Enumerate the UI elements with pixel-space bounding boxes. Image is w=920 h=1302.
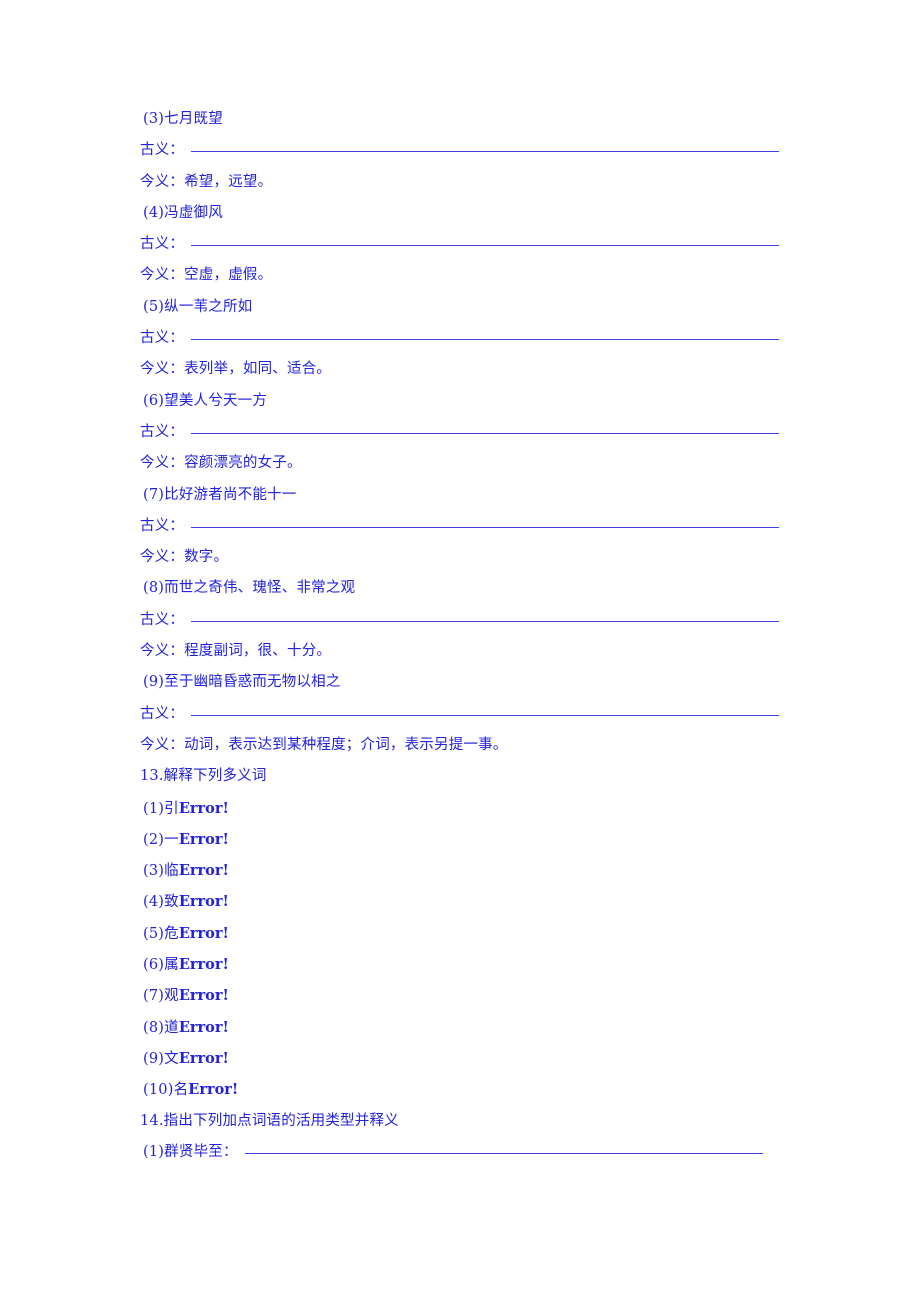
entry-heading: (7)比好游者尚不能十一 <box>143 486 297 503</box>
item-error-text: Error! <box>178 1018 229 1036</box>
ancient-meaning-label: 古义： <box>140 423 185 440</box>
item-word: 观 <box>164 988 179 1005</box>
modern-meaning-row: 今义：表列举，如同、适合。 <box>140 354 780 385</box>
modern-meaning-value: 表列举，如同、适合。 <box>184 361 332 378</box>
modern-meaning-label: 今义： <box>140 549 185 566</box>
entry-heading: (6)望美人兮天一方 <box>143 392 268 409</box>
ancient-meaning-label: 古义： <box>140 142 185 159</box>
item-error-text: Error! <box>178 893 229 911</box>
modern-meaning-value: 容颜漂亮的女子。 <box>184 455 302 472</box>
item-marker: (4) <box>143 894 165 911</box>
modern-meaning-value: 数字。 <box>184 549 229 566</box>
ancient-meaning-row: 古义： <box>140 605 780 636</box>
ancient-meaning-blank[interactable] <box>191 620 780 622</box>
polysemy-item: (9)文Error! <box>140 1043 780 1074</box>
modern-meaning-row: 今义：容颜漂亮的女子。 <box>140 448 780 479</box>
item-marker: (10) <box>143 1082 174 1099</box>
modern-meaning-label: 今义： <box>140 361 185 378</box>
ancient-meaning-label: 古义： <box>140 330 185 347</box>
item-word: 临 <box>164 863 179 880</box>
item-error-text: Error! <box>178 956 229 974</box>
polysemy-item: (2)一Error! <box>140 824 780 855</box>
item-error-text: Error! <box>178 799 229 817</box>
item-word: 致 <box>164 894 179 911</box>
modern-meaning-value: 动词，表示达到某种程度；介词，表示另提一事。 <box>184 736 508 753</box>
modern-meaning-row: 今义：数字。 <box>140 542 780 573</box>
item-marker: (5) <box>143 925 165 942</box>
modern-meaning-value: 空虚，虚假。 <box>184 267 273 284</box>
entry-heading: (9)至于幽暗昏惑而无物以相之 <box>143 674 341 691</box>
modern-meaning-label: 今义： <box>140 736 185 753</box>
ancient-meaning-label: 古义： <box>140 705 185 722</box>
modern-meaning-label: 今义： <box>140 267 185 284</box>
ancient-meaning-row: 古义： <box>140 511 780 542</box>
polysemy-item: (10)名Error! <box>140 1074 780 1105</box>
ancient-meaning-label: 古义： <box>140 517 185 534</box>
item-error-text: Error! <box>188 1081 239 1099</box>
ancient-meaning-blank[interactable] <box>191 339 780 341</box>
entry-heading: (5)纵一苇之所如 <box>143 298 253 315</box>
item-word: 名 <box>173 1082 189 1099</box>
item-marker: (8) <box>143 1019 165 1036</box>
modern-meaning-label: 今义： <box>140 173 185 190</box>
usage-item-row: (1)群贤毕至： <box>140 1137 780 1168</box>
modern-meaning-value: 程度副词，很、十分。 <box>184 643 332 660</box>
item-marker: (9) <box>143 1050 165 1067</box>
ancient-meaning-blank[interactable] <box>191 245 780 247</box>
item-error-text: Error! <box>178 924 229 942</box>
polysemy-item: (5)危Error! <box>140 918 780 949</box>
ancient-meaning-blank[interactable] <box>191 151 780 153</box>
item-word: 文 <box>164 1050 179 1067</box>
ancient-meaning-label: 古义： <box>140 611 185 628</box>
ancient-meaning-row: 古义： <box>140 417 780 448</box>
polysemy-item: (4)致Error! <box>140 886 780 917</box>
modern-meaning-label: 今义： <box>140 455 185 472</box>
item-error-text: Error! <box>178 862 229 880</box>
item-marker: (3) <box>143 863 165 880</box>
item-word: 引 <box>164 800 179 817</box>
ancient-meaning-row: 古义： <box>140 229 780 260</box>
section-14-heading: 14.指出下列加点词语的活用类型并释义 <box>140 1112 399 1129</box>
entry-heading: (4)冯虚御风 <box>143 204 223 221</box>
modern-meaning-value: 希望，远望。 <box>184 173 273 190</box>
item-marker: (6) <box>143 957 165 974</box>
item-word: 属 <box>164 957 179 974</box>
item-word: 危 <box>164 925 179 942</box>
document-content: (3)七月既望 古义： 今义：希望，远望。 (4)冯虚御风 古义： 今义：空虚，… <box>140 104 780 1168</box>
item-marker: (2) <box>143 831 165 848</box>
polysemy-item: (6)属Error! <box>140 949 780 980</box>
ancient-meaning-row: 古义： <box>140 323 780 354</box>
item-error-text: Error! <box>178 830 229 848</box>
item-marker: (7) <box>143 988 165 1005</box>
ancient-meaning-row: 古义： <box>140 135 780 166</box>
item-error-text: Error! <box>178 1049 229 1067</box>
ancient-meaning-row: 古义： <box>140 699 780 730</box>
modern-meaning-row: 今义：希望，远望。 <box>140 167 780 198</box>
item-marker: (1) <box>143 800 165 817</box>
item-word: 一 <box>164 831 179 848</box>
polysemy-item: (8)道Error! <box>140 1012 780 1043</box>
polysemy-item: (1)引Error! <box>140 793 780 824</box>
polysemy-item: (3)临Error! <box>140 855 780 886</box>
modern-meaning-row: 今义：程度副词，很、十分。 <box>140 636 780 667</box>
usage-item-label: (1)群贤毕至： <box>143 1143 238 1160</box>
polysemy-item: (7)观Error! <box>140 980 780 1011</box>
item-error-text: Error! <box>178 987 229 1005</box>
ancient-meaning-blank[interactable] <box>191 526 780 528</box>
item-word: 道 <box>164 1019 179 1036</box>
modern-meaning-row: 今义：空虚，虚假。 <box>140 260 780 291</box>
modern-meaning-row: 今义：动词，表示达到某种程度；介词，表示另提一事。 <box>140 730 780 761</box>
ancient-meaning-label: 古义： <box>140 236 185 253</box>
usage-item-blank[interactable] <box>244 1152 763 1154</box>
entry-heading: (8)而世之奇伟、瑰怪、非常之观 <box>143 580 356 597</box>
section-13-heading: 13.解释下列多义词 <box>140 768 267 785</box>
modern-meaning-label: 今义： <box>140 643 185 660</box>
entry-heading: (3)七月既望 <box>143 111 223 127</box>
document-page: (3)七月既望 古义： 今义：希望，远望。 (4)冯虚御风 古义： 今义：空虚，… <box>0 0 920 1302</box>
ancient-meaning-blank[interactable] <box>191 432 780 434</box>
ancient-meaning-blank[interactable] <box>191 714 780 716</box>
